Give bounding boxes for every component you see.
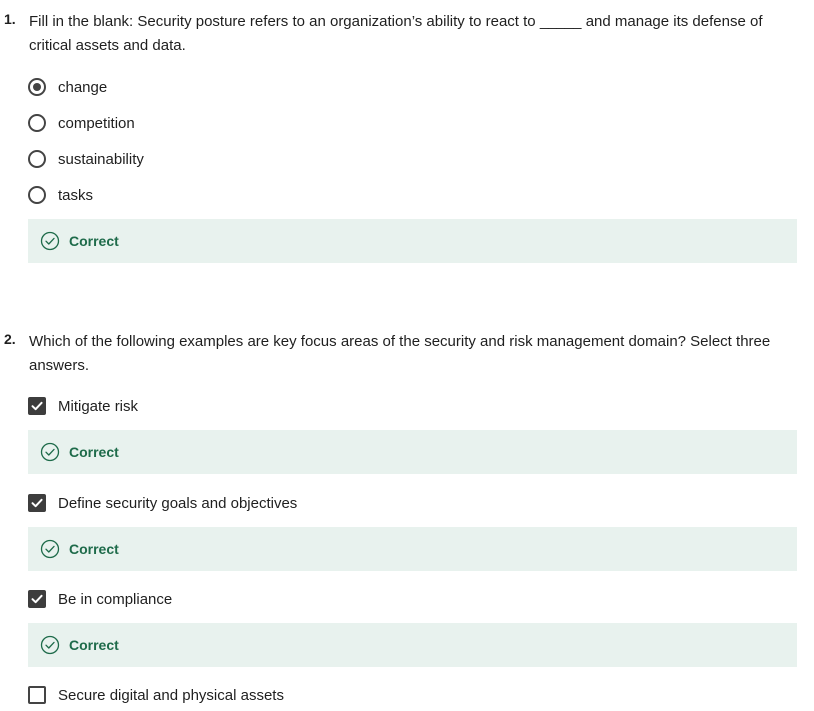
check-circle-icon bbox=[40, 231, 60, 251]
check-circle-icon bbox=[40, 539, 60, 559]
radio-button-checked[interactable] bbox=[28, 78, 46, 96]
option-label: Secure digital and physical assets bbox=[58, 686, 284, 704]
option-label: Be in compliance bbox=[58, 590, 173, 608]
option-mitigate-risk[interactable]: Mitigate risk bbox=[28, 394, 138, 418]
radio-button[interactable] bbox=[28, 186, 46, 204]
checkmark-icon bbox=[31, 498, 43, 508]
option-be-in-compliance[interactable]: Be in compliance bbox=[28, 587, 172, 611]
radio-button[interactable] bbox=[28, 150, 46, 168]
feedback-text: Correct bbox=[69, 541, 119, 557]
option-define-security-goals[interactable]: Define security goals and objectives bbox=[28, 491, 297, 515]
checkbox-checked[interactable] bbox=[28, 397, 46, 415]
feedback-correct: Correct bbox=[28, 623, 797, 667]
question-number: 1. bbox=[4, 11, 16, 27]
checkbox-checked[interactable] bbox=[28, 590, 46, 608]
feedback-text: Correct bbox=[69, 637, 119, 653]
checkmark-icon bbox=[31, 594, 43, 604]
option-sustainability[interactable]: sustainability bbox=[28, 147, 144, 171]
feedback-correct: Correct bbox=[28, 219, 797, 263]
checkbox[interactable] bbox=[28, 686, 46, 704]
check-circle-icon bbox=[40, 442, 60, 462]
feedback-text: Correct bbox=[69, 444, 119, 460]
option-label: sustainability bbox=[58, 150, 144, 168]
question-text: Fill in the blank: Security posture refe… bbox=[29, 13, 763, 54]
question-number: 2. bbox=[4, 331, 16, 347]
feedback-correct: Correct bbox=[28, 430, 797, 474]
option-label: tasks bbox=[58, 186, 94, 204]
radio-button[interactable] bbox=[28, 114, 46, 132]
feedback-text: Correct bbox=[69, 233, 119, 249]
checkmark-icon bbox=[31, 401, 43, 411]
feedback-correct: Correct bbox=[28, 527, 797, 571]
option-label: Define security goals and objectives bbox=[58, 494, 298, 512]
option-label: competition bbox=[58, 114, 135, 132]
option-secure-assets[interactable]: Secure digital and physical assets bbox=[28, 683, 284, 707]
option-label: Mitigate risk bbox=[58, 397, 139, 415]
option-label: change bbox=[58, 78, 108, 96]
option-competition[interactable]: competition bbox=[28, 111, 135, 135]
check-circle-icon bbox=[40, 635, 60, 655]
option-change[interactable]: change bbox=[28, 75, 107, 99]
option-tasks[interactable]: tasks bbox=[28, 183, 93, 207]
checkbox-checked[interactable] bbox=[28, 494, 46, 512]
question-text: Which of the following examples are key … bbox=[29, 333, 771, 374]
